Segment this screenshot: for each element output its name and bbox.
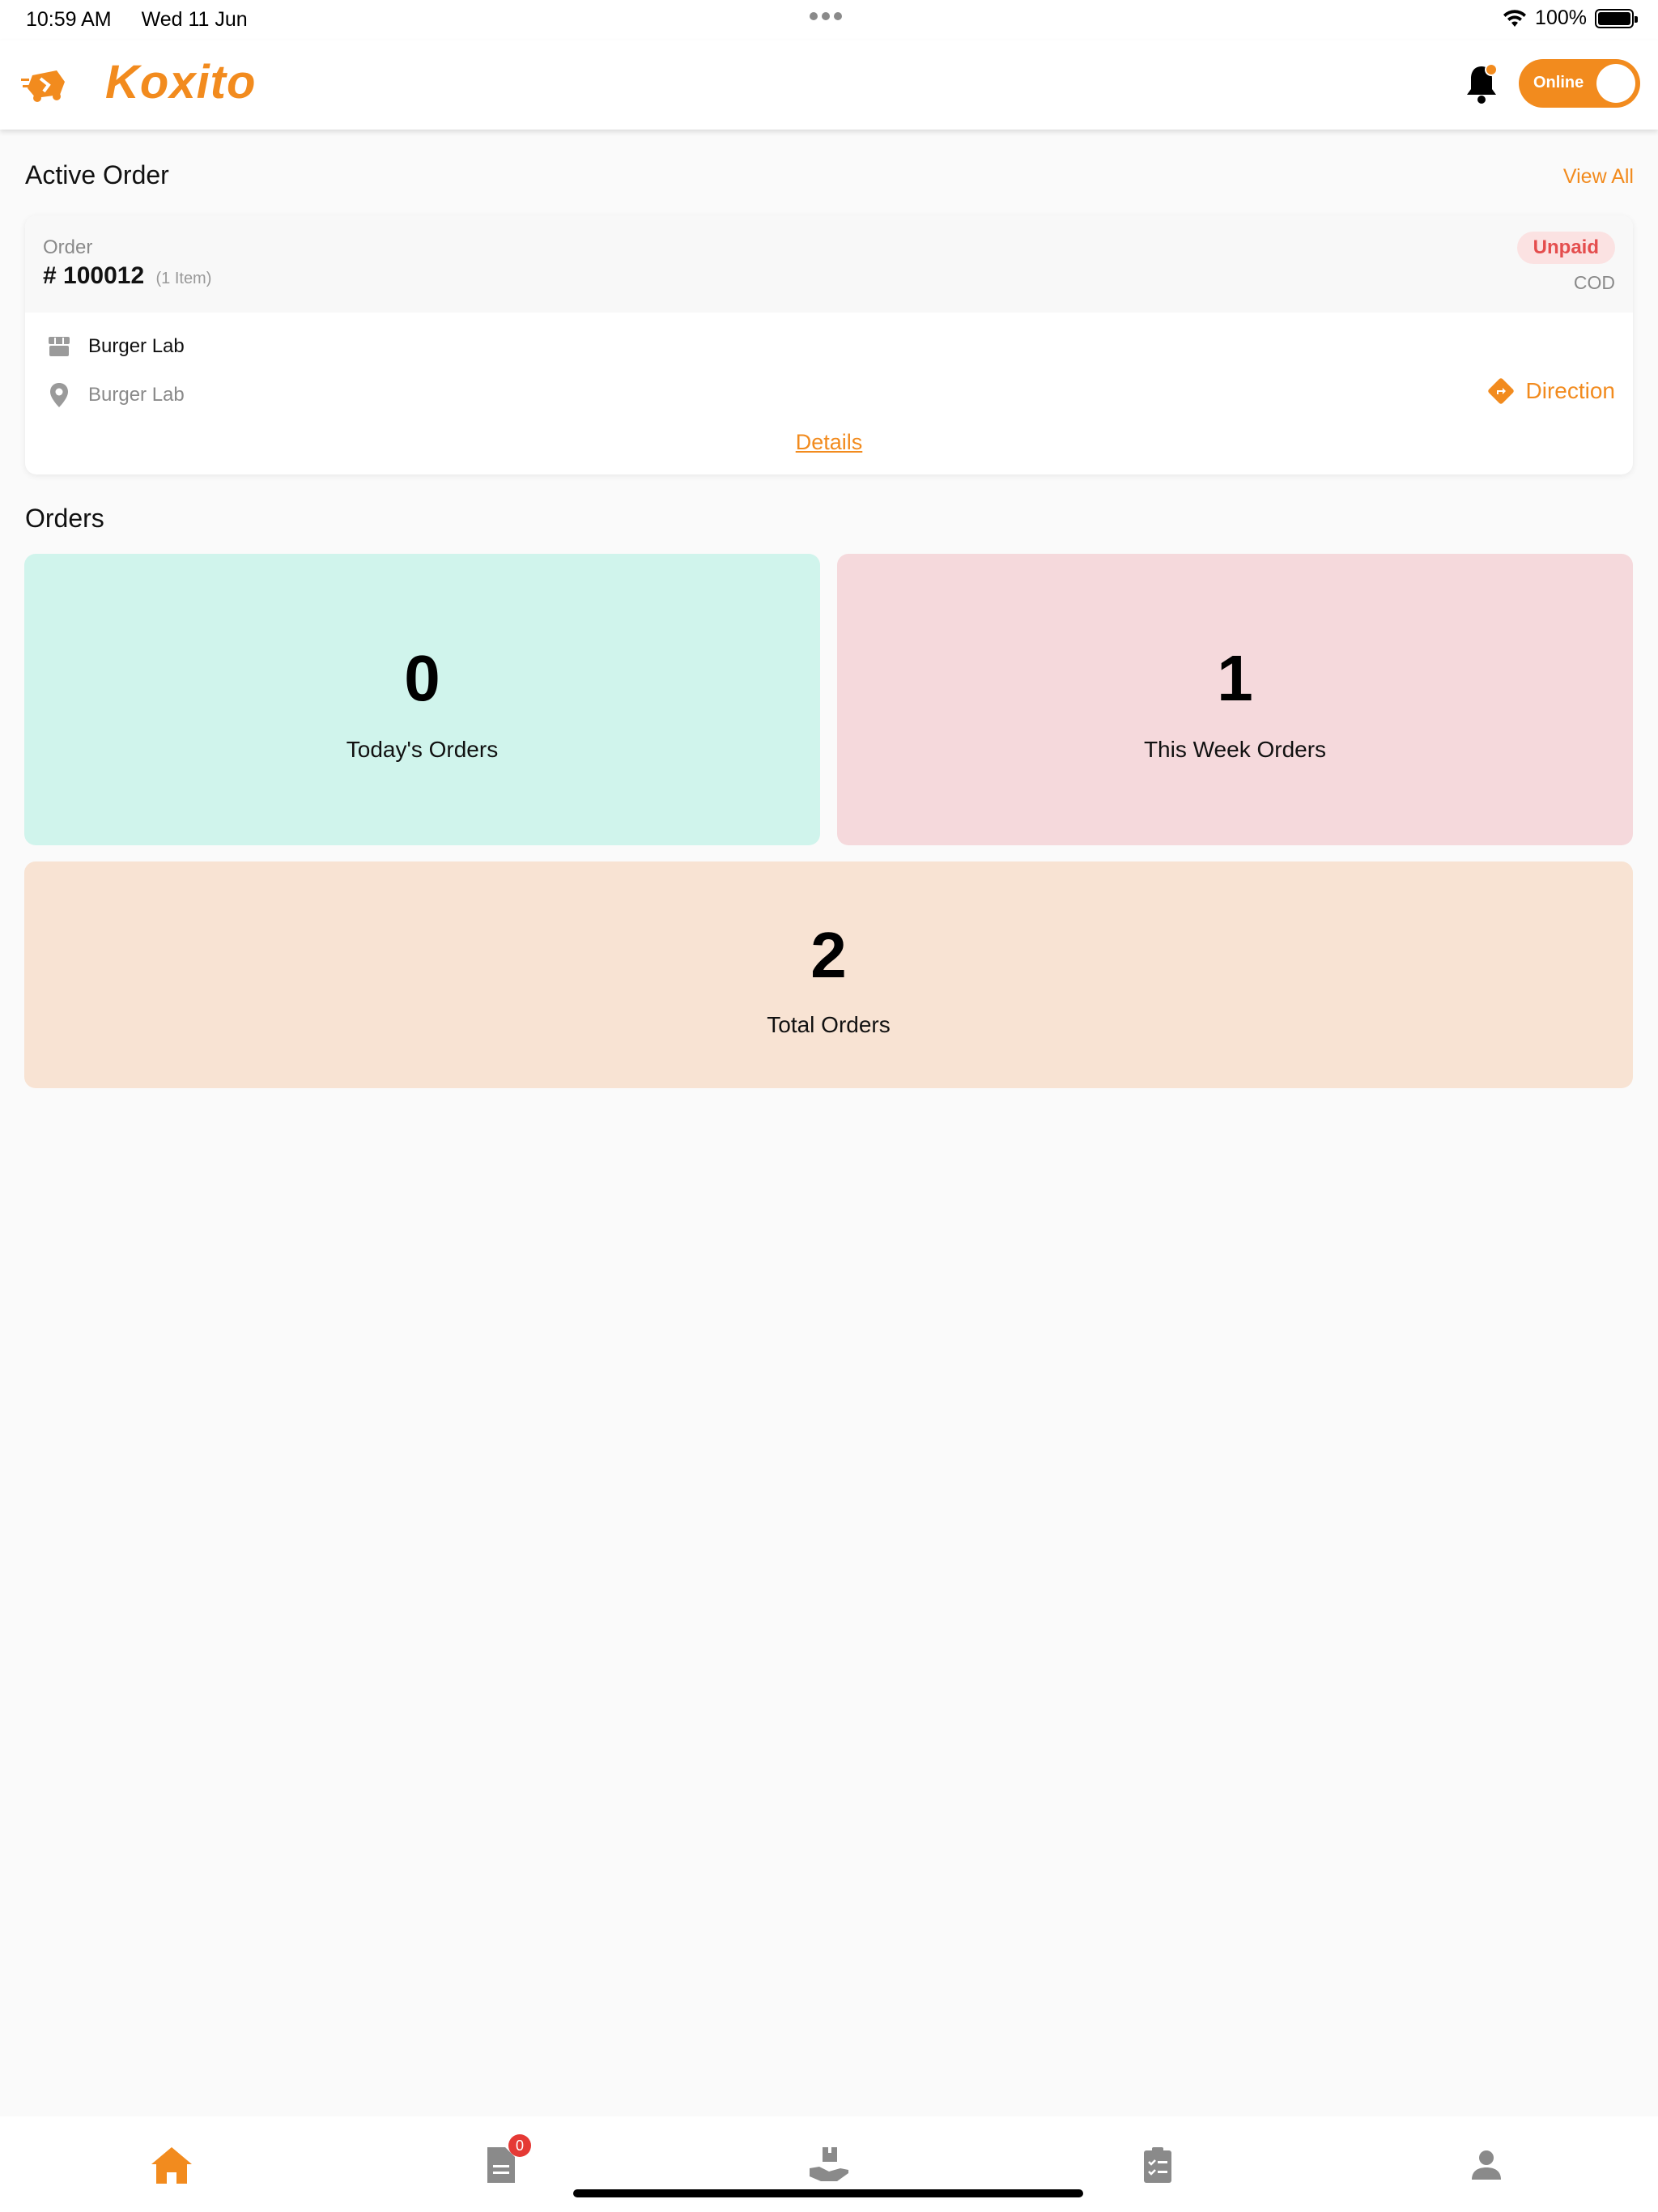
details-link[interactable]: Details xyxy=(25,430,1633,455)
week-orders-count: 1 xyxy=(1217,642,1253,714)
direction-icon xyxy=(1487,378,1514,404)
active-order-card[interactable]: Order # 100012 (1 Item) Unpaid COD Burge… xyxy=(25,215,1633,474)
wifi-icon xyxy=(1503,9,1527,27)
week-orders-label: This Week Orders xyxy=(1143,737,1327,762)
todays-orders-count: 0 xyxy=(404,642,440,714)
store-icon xyxy=(46,334,72,359)
direction-label: Direction xyxy=(1525,378,1615,403)
status-time: 10:59 AM xyxy=(26,8,112,31)
brand-logo: Koxito xyxy=(105,56,257,108)
battery-icon xyxy=(1595,8,1638,28)
orders-title: Orders xyxy=(25,504,104,533)
nav-delivery[interactable] xyxy=(805,2141,853,2189)
bottom-nav: 0 xyxy=(0,2116,1658,2212)
profile-icon xyxy=(1472,2150,1501,2180)
delivery-logo-icon xyxy=(21,70,65,102)
location-row: Burger Lab xyxy=(46,379,185,411)
active-order-title: Active Order xyxy=(25,160,169,189)
total-orders-label: Total Orders xyxy=(767,1012,891,1037)
online-label: Online xyxy=(1533,74,1584,91)
nav-tasks[interactable] xyxy=(1133,2141,1182,2189)
battery-percent: 100% xyxy=(1535,6,1587,29)
total-orders-card[interactable]: 2 Total Orders xyxy=(24,861,1633,1088)
total-orders-count: 2 xyxy=(810,919,847,991)
home-icon xyxy=(151,2147,192,2184)
home-indicator[interactable] xyxy=(573,2189,1083,2197)
toggle-knob xyxy=(1596,64,1635,103)
online-toggle[interactable]: Online xyxy=(1519,59,1640,108)
payment-method: COD xyxy=(1573,272,1615,293)
week-orders-card[interactable]: 1 This Week Orders xyxy=(837,554,1633,845)
orders-badge: 0 xyxy=(508,2134,531,2157)
todays-orders-label: Today's Orders xyxy=(346,737,499,762)
view-all-link[interactable]: View All xyxy=(1563,165,1634,189)
status-bar: 10:59 AM Wed 11 Jun 100% xyxy=(0,0,1658,40)
order-card-header: Order # 100012 (1 Item) Unpaid COD xyxy=(25,215,1633,313)
nav-home[interactable] xyxy=(147,2141,196,2189)
nav-profile[interactable] xyxy=(1462,2141,1511,2189)
app-header: Koxito Online xyxy=(0,40,1658,130)
direction-button[interactable]: Direction xyxy=(1487,377,1615,405)
restaurant-row: Burger Lab xyxy=(46,330,185,363)
multitasking-dots-icon[interactable] xyxy=(810,10,850,26)
order-caption: Order xyxy=(43,236,93,258)
nav-orders[interactable]: 0 xyxy=(476,2134,531,2189)
restaurant-name: Burger Lab xyxy=(88,335,185,357)
location-name: Burger Lab xyxy=(88,384,185,406)
order-number-value: # 100012 xyxy=(43,262,145,289)
order-item-count: (1 Item) xyxy=(155,270,212,287)
delivery-icon xyxy=(810,2147,848,2181)
order-number: # 100012 (1 Item) xyxy=(43,262,211,290)
location-pin-icon xyxy=(46,382,72,408)
status-date: Wed 11 Jun xyxy=(141,8,248,31)
notification-dot xyxy=(1485,63,1498,76)
todays-orders-card[interactable]: 0 Today's Orders xyxy=(24,554,820,845)
status-time-date: 10:59 AM Wed 11 Jun xyxy=(26,8,272,32)
status-indicators: 100% xyxy=(1503,6,1638,30)
payment-status-badge: Unpaid xyxy=(1516,232,1615,264)
checklist-icon xyxy=(1144,2147,1171,2183)
